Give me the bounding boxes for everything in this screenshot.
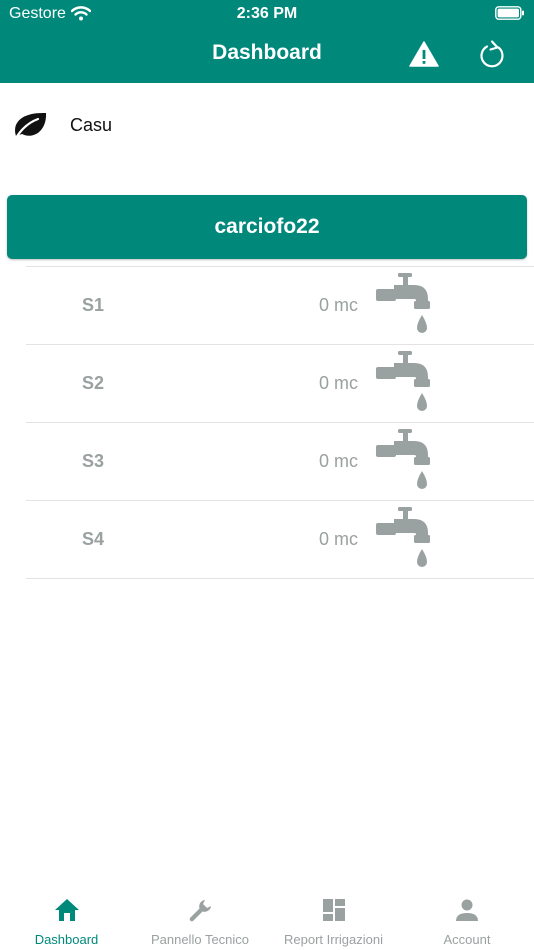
refresh-button[interactable] (478, 38, 508, 70)
plot-button[interactable]: carciofo22 (7, 195, 527, 259)
user-icon (401, 898, 534, 924)
tab-label: Report Irrigazioni (284, 932, 383, 947)
sector-name: S2 (82, 373, 105, 393)
faucet-icon[interactable] (376, 429, 432, 498)
app-header: Gestore 2:36 PM Dashboard (0, 0, 534, 83)
sector-name: S3 (82, 451, 105, 471)
sector-volume: 0 mc (318, 451, 358, 471)
battery-icon (495, 6, 524, 20)
tab-label: Dashboard (34, 932, 99, 947)
tab-account[interactable]: Account (401, 884, 534, 950)
farm-name: Casu (70, 115, 113, 135)
sector-volume: 0 mc (318, 373, 358, 393)
sector-row[interactable]: S2 0 mc (26, 344, 534, 422)
page-title: Dashboard (212, 41, 322, 64)
tab-dashboard[interactable]: Dashboard (0, 884, 133, 950)
wrench-icon (134, 898, 267, 924)
alerts-button[interactable] (409, 40, 439, 68)
sector-name: S1 (82, 295, 105, 315)
tab-report-irrigazioni[interactable]: Report Irrigazioni (267, 884, 400, 950)
status-time: 2:36 PM (236, 5, 298, 22)
tab-label: Account (443, 932, 491, 947)
warning-icon (409, 41, 439, 67)
sector-row[interactable]: S4 0 mc (26, 500, 534, 579)
leaf-icon (14, 112, 47, 140)
status-bar: Gestore 2:36 PM (0, 0, 534, 28)
sector-list: S1 0 mc S2 0 mc S3 0 mc S4 0 mc (26, 266, 534, 579)
faucet-icon[interactable] (376, 351, 432, 420)
refresh-icon (480, 40, 504, 68)
grid-icon (267, 898, 400, 924)
tab-pannello-tecnico[interactable]: Pannello Tecnico (134, 884, 267, 950)
home-icon (0, 898, 133, 924)
sector-name: S4 (82, 529, 105, 549)
farm-selector[interactable]: Casu (0, 100, 534, 150)
tab-bar: Dashboard Pannello Tecnico Report Irrigazi… (0, 884, 534, 950)
sector-volume: 0 mc (318, 529, 358, 549)
tab-label: Pannello Tecnico (150, 932, 250, 947)
sector-row[interactable]: S1 0 mc (26, 266, 534, 344)
sector-volume: 0 mc (318, 295, 358, 315)
faucet-icon[interactable] (376, 507, 432, 576)
faucet-icon[interactable] (376, 273, 432, 342)
sector-row[interactable]: S3 0 mc (26, 422, 534, 500)
